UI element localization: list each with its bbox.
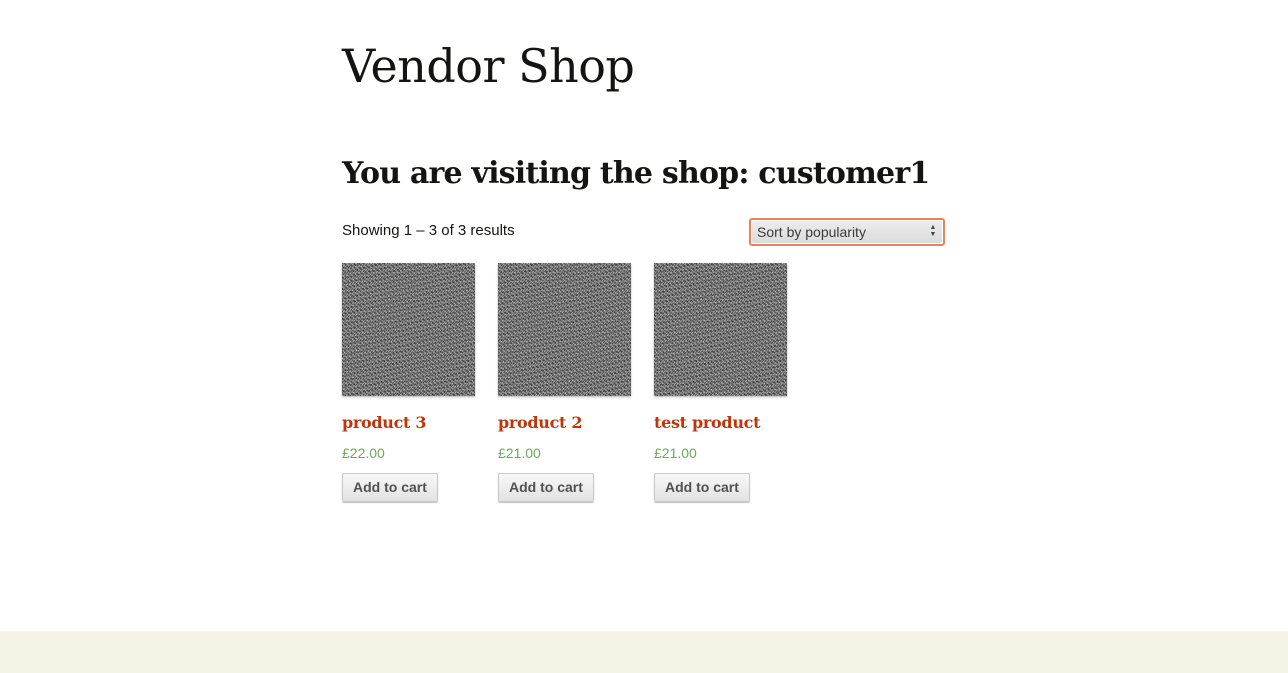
product-price: £22.00 (342, 445, 385, 461)
sort-select-box[interactable]: Sort by popularity ▲ ▼ (752, 221, 942, 243)
product-image[interactable] (654, 263, 787, 396)
site-footer (0, 631, 1288, 673)
page-title: You are visiting the shop: customer1 (342, 156, 930, 191)
product-price: £21.00 (498, 445, 541, 461)
add-to-cart-button[interactable]: Add to cart (498, 473, 594, 502)
add-to-cart-button[interactable]: Add to cart (342, 473, 438, 502)
result-count: Showing 1 – 3 of 3 results (342, 222, 515, 239)
product-title[interactable]: test product (654, 411, 760, 435)
product-title[interactable]: product 2 (498, 411, 583, 435)
sort-select-value: Sort by popularity (757, 224, 866, 240)
product-image[interactable] (342, 263, 475, 396)
product-image[interactable] (498, 263, 631, 396)
product-title[interactable]: product 3 (342, 411, 427, 435)
updown-arrows-icon: ▲ ▼ (929, 224, 937, 238)
sort-select[interactable]: Sort by popularity ▲ ▼ (749, 218, 945, 246)
product-price: £21.00 (654, 445, 697, 461)
site-title[interactable]: Vendor Shop (342, 36, 635, 96)
add-to-cart-button[interactable]: Add to cart (654, 473, 750, 502)
